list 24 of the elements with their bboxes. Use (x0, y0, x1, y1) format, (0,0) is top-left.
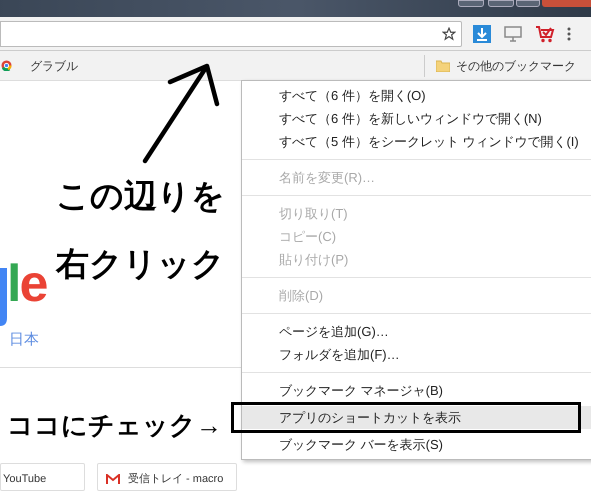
region-label: 日本 (9, 330, 39, 350)
cart-icon[interactable] (535, 24, 555, 42)
monitor-icon[interactable] (504, 26, 522, 42)
shortcut-tile[interactable]: 受信トレイ - macro (97, 463, 237, 491)
tile-label: YouTube (3, 472, 46, 487)
logo-letter: l (7, 258, 20, 310)
maximize-button[interactable] (488, 0, 514, 7)
bookmark-item[interactable]: グラブル (30, 56, 78, 74)
restore-button[interactable] (516, 0, 540, 7)
tile-label: 受信トレイ - macro (128, 472, 224, 487)
menu-item[interactable]: アプリのショートカットを表示 (242, 406, 591, 429)
star-icon[interactable] (442, 26, 456, 40)
check-annotation: ココにチェック→ (7, 409, 222, 442)
other-bookmarks[interactable]: その他のブックマーク (456, 57, 576, 75)
logo-letter: e (19, 258, 46, 310)
shortcut-tile[interactable]: YouTube (0, 463, 85, 491)
instruction-annotation: 右クリック (56, 244, 225, 284)
minimize-button[interactable] (458, 0, 484, 7)
instruction-annotation: この辺りを (56, 176, 225, 216)
mail-icon (106, 474, 120, 484)
download-icon[interactable] (473, 24, 491, 42)
logo-fragment-icon (0, 268, 8, 326)
menu-icon[interactable] (567, 26, 571, 40)
folder-icon (436, 60, 450, 72)
